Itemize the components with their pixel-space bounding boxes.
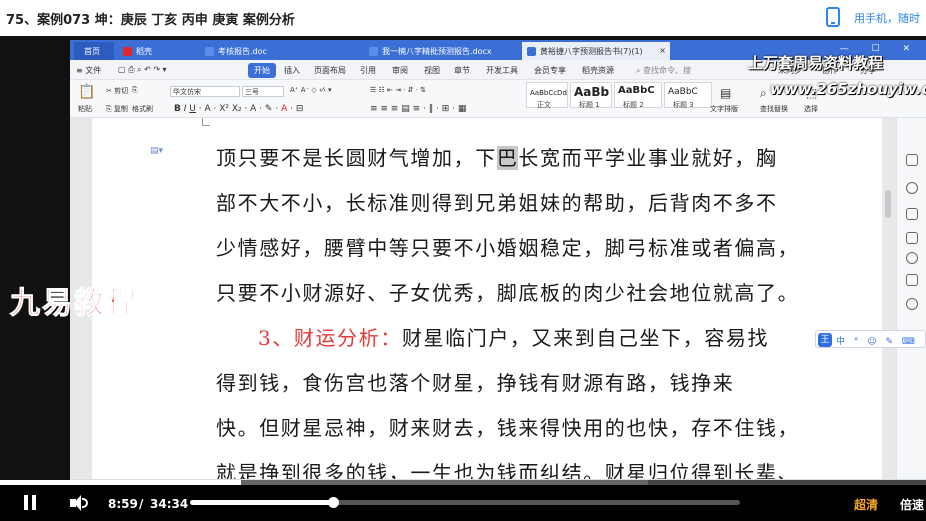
quality-button[interactable]: 超清 (854, 496, 878, 513)
vertical-scrollbar[interactable] (884, 130, 892, 470)
menu-insert[interactable]: 插入 (284, 65, 300, 76)
doc-line-1: 顶只要不是长圆财气增加，下巴长宽而平学业事业就好，胸 (216, 146, 778, 170)
text-layout-button[interactable]: 文字排版 (710, 104, 738, 114)
doc-line-6: 得到钱，食伤宫也落个财星，挣钱有财源有路，钱挣来 (216, 371, 735, 395)
format-painter-button[interactable]: 格式刷 (132, 104, 153, 114)
volume-icon[interactable] (70, 495, 88, 511)
current-time: 8:59 (108, 497, 138, 511)
doc-line-4: 只要不小财源好、子女优秀，脚底板的肉少社会地位就高了。 (216, 281, 800, 305)
menu-member[interactable]: 会员专享 (534, 65, 566, 76)
close-tab-icon[interactable]: × (659, 46, 666, 55)
mobile-phone-icon[interactable] (826, 7, 840, 27)
copy-button[interactable]: ⎘ 复制 (106, 104, 128, 114)
arrow-icon[interactable] (906, 232, 918, 244)
copy-icon[interactable]: ⎘ (132, 86, 138, 95)
style-heading-2[interactable]: AaBbC 标题 2 (614, 82, 662, 109)
right-toolbar (896, 118, 926, 479)
video-header: 75、案例073 坤：庚辰 丁亥 丙申 庚寅 案例分析 用手机，随时 (0, 0, 926, 36)
mobile-link[interactable]: 用手机，随时 (854, 10, 920, 26)
document-page[interactable]: ▤▾ 顶只要不是长圆财气增加，下巴长宽而平学业事业就好，胸 部不大不小，长标准则… (92, 118, 882, 485)
menu-chapter[interactable]: 章节 (454, 65, 470, 76)
font-size-select[interactable]: 三号 (242, 86, 284, 97)
video-title: 75、案例073 坤：庚辰 丁亥 丙申 庚寅 案例分析 (6, 13, 295, 28)
doc-line-7: 快。但财星忌神，财来财去，钱来得快用的也快，存不住钱， (216, 416, 800, 440)
toolbar-icon-1[interactable] (906, 154, 918, 166)
menu-dev-tools[interactable]: 开发工具 (486, 65, 518, 76)
paste-button[interactable]: 粘贴 (78, 104, 92, 114)
paste-icon[interactable]: 📋 (78, 84, 95, 100)
menu-file[interactable]: ≡ 文件 (76, 65, 101, 76)
style-normal[interactable]: AaBbCcDd 正文 (526, 82, 568, 109)
seek-handle[interactable] (328, 497, 339, 508)
ime-tools[interactable]: 中 ° ☺ ✎ ⌨ (836, 334, 918, 347)
jiuyi-logo: 九易教程 (10, 286, 138, 322)
watermark-top: 上万套周易资料教程 (748, 54, 884, 72)
doc-icon (527, 47, 536, 56)
style-heading-1[interactable]: AaBb 标题 1 (570, 82, 612, 109)
wps-window: 首页 稻壳 考核报告.doc 我一楠八字精批预测报告.docx 黄裕捷八字预测报… (70, 40, 926, 495)
menu-view[interactable]: 视图 (424, 65, 440, 76)
select-button[interactable]: 选择 (804, 104, 818, 114)
text-layout-icon[interactable]: ▤ (720, 86, 731, 100)
scroll-thumb[interactable] (885, 190, 891, 218)
menu-resources[interactable]: 稻壳资源 (582, 65, 614, 76)
cut-button[interactable]: ✂ 剪切 (106, 86, 128, 96)
toolbar-icon-6[interactable] (906, 274, 918, 286)
quick-toolbar-icons[interactable]: ▢ ⎙ ⌕ ↶ ↷ ▾ (118, 65, 167, 75)
doc-line-3: 少情感好，腰臂中等只要不小婚姻稳定，脚弓标准或者偏高， (216, 236, 800, 260)
time-separator: / (139, 497, 144, 511)
doc-line-5: 3、财运分析：财星临门户，又来到自己坐下，容易找 (258, 326, 770, 350)
ime-toolbar[interactable]: 王 中 ° ☺ ✎ ⌨ (815, 330, 926, 348)
tab-doc-1[interactable]: 考核报告.doc (200, 42, 324, 60)
video-page: 75、案例073 坤：庚辰 丁亥 丙申 庚寅 案例分析 用手机，随时 首页 稻壳… (0, 0, 926, 521)
menu-layout[interactable]: 页面布局 (314, 65, 346, 76)
text-selection: 巴 (496, 146, 519, 170)
video-frame[interactable]: 首页 稻壳 考核报告.doc 我一楠八字精批预测报告.docx 黄裕捷八字预测报… (0, 36, 926, 521)
seek-bar[interactable] (190, 497, 740, 508)
speed-button[interactable]: 倍速 (900, 496, 924, 513)
section-heading: 3、财运分析： (258, 326, 402, 350)
margin-mark (202, 118, 210, 126)
tab-doc-2[interactable]: 我一楠八字精批预测报告.docx (364, 42, 520, 60)
pause-icon[interactable] (24, 495, 36, 510)
cursor-icon[interactable] (906, 208, 918, 220)
menu-reference[interactable]: 引用 (360, 65, 376, 76)
find-icon[interactable]: ⌕ (760, 86, 767, 101)
font-grow-shrink-icons[interactable]: A⁺ A⁻ ◇ ‹⁄› ▾ (290, 86, 332, 94)
player-controls: 8:59 / 34:34 超清 倍速 (0, 485, 926, 521)
seek-fill (190, 500, 333, 505)
doc-icon (369, 47, 378, 56)
duration: 34:34 (150, 497, 189, 511)
menu-start[interactable]: 开始 (248, 63, 276, 78)
doc-icon (205, 47, 214, 56)
watermark-url: www.265zhouyiw.com (770, 80, 926, 98)
command-search[interactable]: ⌕ 查找命令、搜 (636, 65, 691, 76)
ime-logo-icon[interactable]: 王 (818, 333, 832, 347)
location-icon[interactable] (906, 298, 918, 310)
tab-home[interactable]: 首页 (74, 42, 114, 60)
font-select[interactable]: 华文仿宋 (170, 86, 240, 97)
find-replace-button[interactable]: 查找替换 (760, 104, 788, 114)
document-area: ▤▾ 顶只要不是长圆财气增加，下巴长宽而平学业事业就好，胸 部不大不小，长标准则… (70, 118, 926, 485)
align-buttons[interactable]: ≡ ≡ ≡ ▤ ≡ · ‖ · ⊞ · ▦ (370, 104, 466, 114)
paragraph-icon[interactable]: ▤▾ (150, 146, 163, 156)
format-buttons[interactable]: B I U · A · X² X₂ · A · ✎ · A · ⊟ (174, 104, 303, 114)
style-heading-3[interactable]: AaBbC 标题 3 (664, 82, 712, 109)
pen-icon[interactable] (906, 182, 918, 194)
menu-review[interactable]: 审阅 (392, 65, 408, 76)
tab-daoke[interactable]: 稻壳 (118, 42, 198, 60)
tab-doc-active[interactable]: 黄裕捷八字预测报告书(7)(1) × (522, 42, 670, 60)
clock-icon[interactable] (906, 252, 918, 264)
doc-line-2: 部不大不小，长标准则得到兄弟姐妹的帮助，后背肉不多不 (216, 191, 778, 215)
daoke-icon (123, 47, 132, 56)
list-buttons[interactable]: ☰ ☷ ⇤ ⇥ · ⇵ · ⇅ (370, 86, 426, 94)
